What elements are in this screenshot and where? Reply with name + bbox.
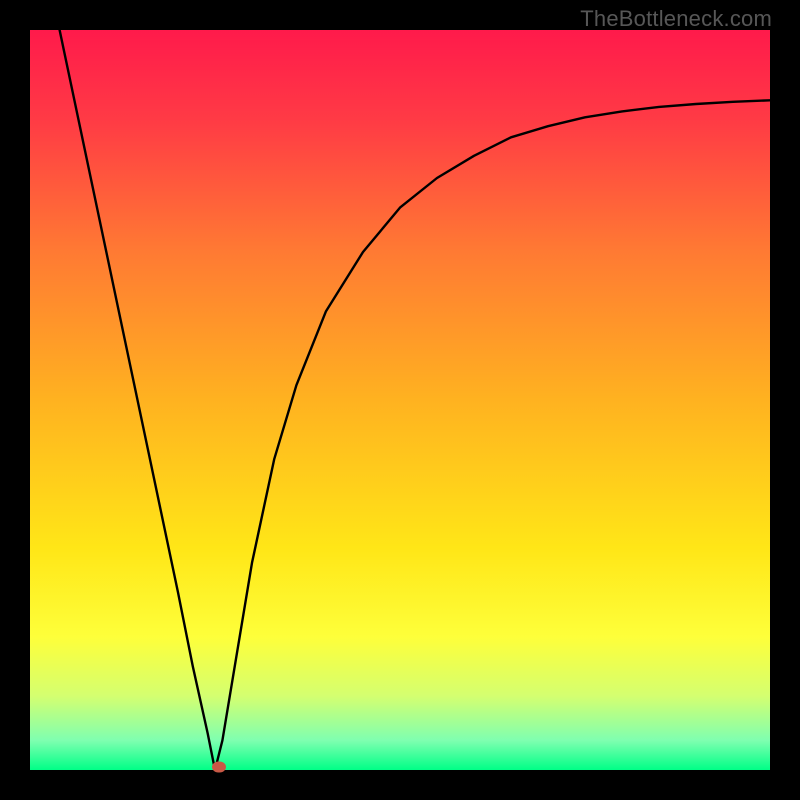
bottleneck-chart [30,30,770,770]
optimal-point-marker [212,762,226,773]
watermark-text: TheBottleneck.com [580,6,772,32]
gradient-background [30,30,770,770]
chart-frame [30,30,770,770]
